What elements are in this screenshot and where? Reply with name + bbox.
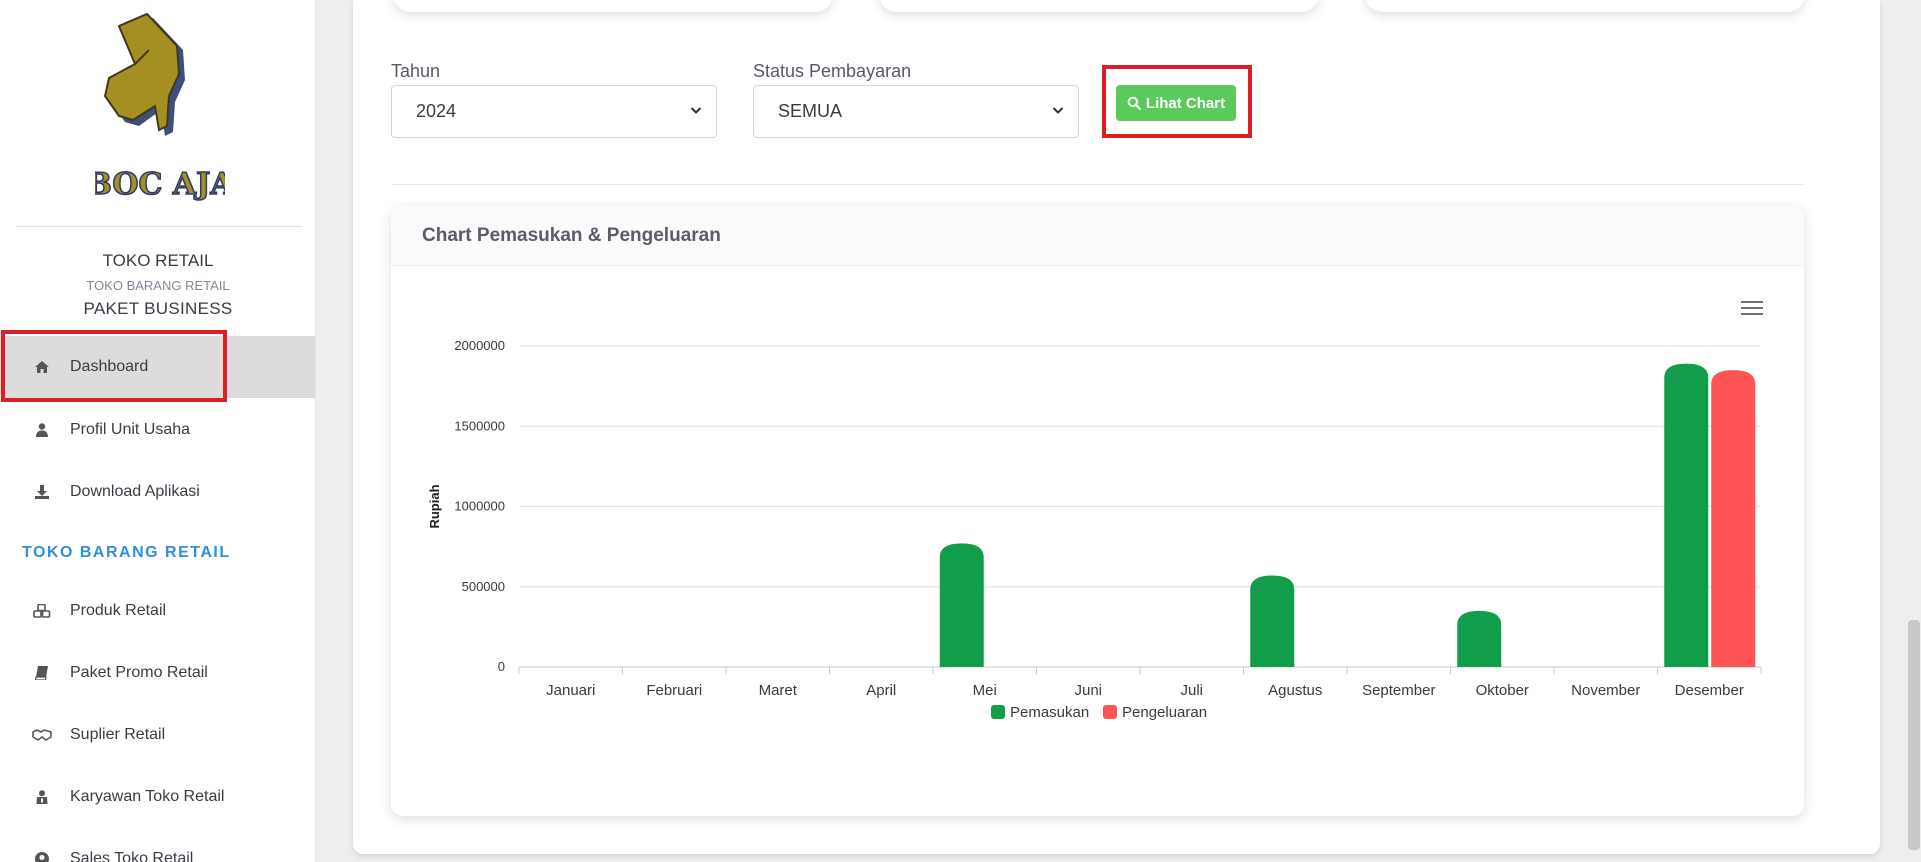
bar-pengeluaran-desember — [1711, 370, 1756, 667]
book-icon — [32, 663, 52, 683]
page-scrollbar[interactable] — [1908, 620, 1920, 850]
handshake-icon — [32, 725, 52, 745]
bar-pemasukan-desember — [1664, 363, 1709, 667]
cubes-icon — [32, 601, 52, 621]
sidebar: BOC AJA TOKO RETAIL TOKO BARANG RETAIL P… — [0, 0, 316, 862]
tahun-value: 2024 — [416, 101, 457, 121]
legend-swatch — [991, 705, 1005, 719]
sidebar-item-label: Paket Promo Retail — [70, 664, 208, 681]
chart-card-title: Chart Pemasukan & Pengeluaran — [391, 206, 1804, 266]
x-tick-label: Oktober — [1476, 682, 1529, 699]
x-tick-label: September — [1362, 682, 1435, 699]
x-tick-label: Januari — [546, 682, 595, 699]
status-pembayaran-select[interactable]: SEMUA — [753, 85, 1079, 138]
section-divider — [391, 184, 1804, 185]
x-tick-label: Februari — [646, 682, 702, 699]
package-name: PAKET BUSINESS — [83, 299, 233, 318]
x-tick-label: November — [1571, 682, 1640, 699]
sidebar-divider — [16, 226, 302, 227]
sidebar-item-label: Sales Toko Retail — [70, 850, 194, 862]
user-icon — [32, 420, 52, 440]
x-tick-label: April — [866, 682, 896, 699]
stat-card-edge — [393, 0, 833, 12]
x-tick-label: Mei — [973, 682, 997, 699]
x-tick-label: Juli — [1180, 682, 1203, 699]
sidebar-item-label: Suplier Retail — [70, 726, 166, 743]
chevron-down-icon — [1052, 107, 1064, 114]
sidebar-item-download-aplikasi[interactable]: Download Aplikasi — [0, 461, 315, 523]
y-tick-label: 1000000 — [454, 499, 505, 514]
y-tick-label: 0 — [498, 659, 505, 674]
bar-chart: 0 500000 1000000 1500000 2000000 Rupiah Januar… — [427, 338, 1762, 721]
x-tick-label: Juni — [1074, 682, 1102, 699]
legend-label: Pemasukan — [1010, 704, 1089, 721]
legend-label: Pengeluaran — [1122, 704, 1207, 721]
tahun-select[interactable]: 2024 — [391, 85, 717, 138]
bar-pemasukan-mei — [939, 543, 984, 667]
y-tick-label: 500000 — [462, 579, 505, 594]
chevron-down-icon — [690, 107, 702, 114]
store-subtitle: TOKO BARANG RETAIL — [86, 278, 230, 293]
bar-pemasukan-agustus — [1250, 575, 1295, 667]
sidebar-item-label: Download Aplikasi — [70, 483, 200, 500]
lihat-chart-highlight — [1102, 65, 1252, 138]
x-tick-label: Maret — [759, 682, 798, 699]
user-tie-icon — [32, 787, 52, 807]
stat-card-edge — [879, 0, 1319, 12]
download-icon — [32, 482, 52, 502]
status-pembayaran-label: Status Pembayaran — [753, 61, 912, 81]
boc-aja-logo: BOC AJA — [95, 12, 225, 203]
sidebar-item-produk-retail[interactable]: Produk Retail — [0, 580, 315, 642]
sidebar-section-heading: TOKO BARANG RETAIL — [22, 544, 231, 561]
bar-pemasukan-oktober — [1457, 610, 1502, 667]
sidebar-item-karyawan-toko-retail[interactable]: Karyawan Toko Retail — [0, 766, 315, 828]
legend-swatch — [1103, 705, 1117, 719]
sidebar-item-label: Profil Unit Usaha — [70, 421, 191, 438]
sidebar-item-paket-promo-retail[interactable]: Paket Promo Retail — [0, 642, 315, 704]
x-tick-label: Agustus — [1268, 682, 1322, 699]
sidebar-item-label: Karyawan Toko Retail — [70, 788, 225, 805]
store-title: TOKO RETAIL — [102, 251, 214, 270]
stat-card-edge — [1365, 0, 1805, 12]
sidebar-item-sales-toko-retail[interactable]: Sales Toko Retail — [0, 828, 315, 862]
chart-card: Chart Pemasukan & Pengeluaran 0 500000 100… — [391, 206, 1804, 816]
sidebar-item-profil-unit-usaha[interactable]: Profil Unit Usaha — [0, 399, 315, 461]
tahun-label: Tahun — [391, 61, 441, 81]
sidebar-item-suplier-retail[interactable]: Suplier Retail — [0, 704, 315, 766]
y-tick-label: 1500000 — [454, 418, 505, 433]
user-circle-icon — [32, 849, 52, 862]
y-tick-label: 2000000 — [454, 338, 505, 353]
sidebar-item-label: Produk Retail — [70, 602, 167, 619]
status-pembayaran-value: SEMUA — [778, 101, 843, 121]
svg-text:BOC AJA: BOC AJA — [95, 167, 225, 202]
x-tick-label: Desember — [1675, 682, 1744, 699]
dashboard-highlight — [1, 330, 227, 402]
y-axis-label: Rupiah — [427, 484, 442, 528]
